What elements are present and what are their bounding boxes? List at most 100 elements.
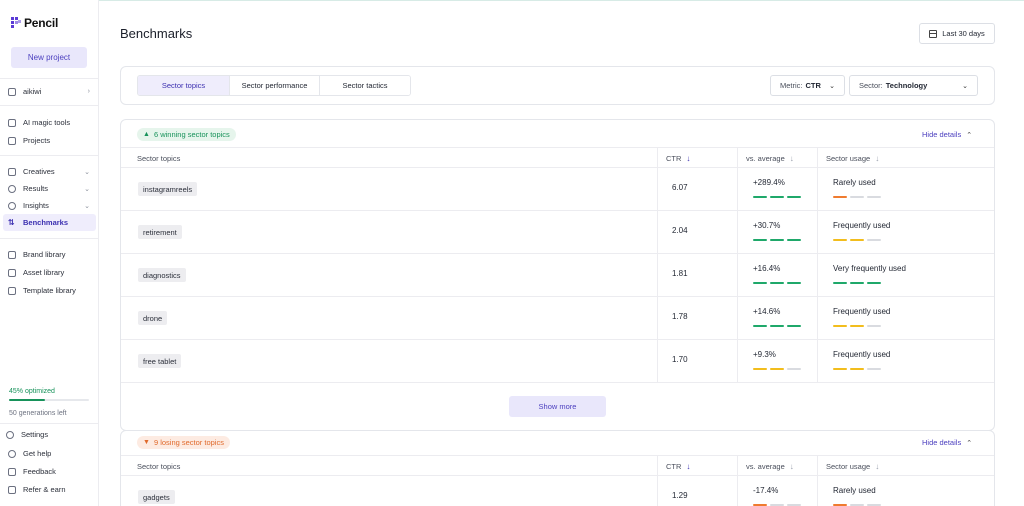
level-segment (867, 325, 881, 327)
workspace-switcher[interactable]: aikiwi › (3, 83, 96, 100)
show-more-button[interactable]: Show more (509, 396, 606, 417)
topic-chip[interactable]: instagramreels (138, 182, 198, 196)
sector-usage-label: Rarely used (833, 178, 876, 187)
column-header-label: CTR (666, 153, 682, 163)
vs-average-value: +289.4% (753, 178, 785, 187)
column-header-label: vs. average (746, 153, 785, 163)
arrow-down-icon: ↓ (875, 461, 880, 471)
hide-details-label: Hide details (922, 130, 962, 139)
level-segment (867, 282, 881, 284)
chevron-down-icon: ⌄ (829, 82, 835, 90)
arrow-down-icon: ↓ (875, 153, 880, 163)
tab-sector-tactics[interactable]: Sector tactics (320, 76, 410, 95)
column-header-label: Sector usage (826, 461, 871, 471)
chevron-right-icon: › (87, 88, 90, 95)
level-segment (787, 239, 801, 241)
sidebar-item-settings[interactable]: Settings (1, 426, 94, 443)
calendar-icon (929, 29, 938, 38)
winning-topics-badge: ▲ 6 winning sector topics (137, 128, 236, 141)
winning-topics-count: 6 winning sector topics (153, 130, 230, 139)
level-segment (833, 196, 847, 198)
arrow-down-icon: ↓ (686, 153, 691, 163)
chat-icon (8, 467, 16, 476)
losing-topics-badge: ▼ 9 losing sector topics (137, 436, 230, 449)
gift-icon (8, 485, 16, 494)
magic-wand-icon (8, 118, 16, 127)
sector-usage-meter (833, 368, 881, 370)
sector-usage-label: Frequently used (833, 307, 891, 316)
ctr-value: 1.81 (672, 269, 688, 278)
level-segment (833, 239, 847, 241)
level-segment (753, 368, 767, 370)
sector-usage-meter (833, 325, 881, 327)
column-header-vs-average[interactable]: vs. average ↓ (746, 456, 794, 476)
sector-select[interactable]: Sector: Technology ⌄ (849, 75, 978, 96)
topic-chip[interactable]: retirement (138, 225, 182, 239)
losing-hide-details-toggle[interactable]: Hide details ⌃ (922, 438, 972, 447)
sidebar-item-refer-earn[interactable]: Refer & earn (3, 481, 96, 498)
winning-table-header: Sector topics CTR ↓ vs. average ↓ Sector u… (121, 147, 994, 168)
ctr-value: 1.29 (672, 491, 688, 500)
column-header-sector-usage[interactable]: Sector usage ↓ (826, 148, 879, 168)
ctr-value: 1.78 (672, 312, 688, 321)
column-header-label: Sector usage (826, 153, 871, 163)
topic-chip[interactable]: drone (138, 311, 168, 325)
sidebar-item-label: Template library (23, 286, 76, 295)
sidebar-item-feedback[interactable]: Feedback (3, 463, 96, 480)
column-header-label: vs. average (746, 461, 785, 471)
arrow-down-icon: ↓ (789, 461, 794, 471)
level-segment (753, 282, 767, 284)
sidebar-item-projects[interactable]: Projects (3, 132, 96, 149)
level-segment (770, 239, 784, 241)
level-segment (850, 282, 864, 284)
column-header-sector-usage[interactable]: Sector usage ↓ (826, 456, 879, 476)
column-header-ctr[interactable]: CTR ↓ (666, 148, 690, 168)
topic-chip[interactable]: gadgets (138, 490, 175, 504)
tab-sector-topics[interactable]: Sector topics (138, 76, 230, 95)
topic-chip[interactable]: diagnostics (138, 268, 186, 282)
sidebar-item-ai-magic-tools[interactable]: AI magic tools (3, 114, 96, 131)
level-segment (753, 239, 767, 241)
generations-left: 50 generations left (9, 410, 67, 417)
brand-logo[interactable]: Pencil (11, 16, 58, 30)
sidebar-item-creatives[interactable]: Creatives ⌄ (3, 163, 96, 180)
workspace-name: aikiwi (23, 87, 42, 96)
column-divider (817, 455, 818, 506)
gauge-icon (8, 184, 16, 193)
sidebar-item-get-help[interactable]: Get help (3, 445, 96, 462)
sidebar-item-results[interactable]: Results ⌄ (3, 180, 96, 197)
new-project-button[interactable]: New project (11, 47, 87, 68)
vs-average-meter (753, 196, 801, 198)
vs-average-value: +16.4% (753, 264, 781, 273)
sidebar-item-insights[interactable]: Insights ⌄ (3, 197, 96, 214)
date-range-button[interactable]: Last 30 days (919, 23, 995, 44)
sidebar-item-label: Feedback (23, 467, 56, 476)
help-icon (8, 449, 16, 458)
hide-details-label: Hide details (922, 438, 962, 447)
arrow-down-icon: ↓ (789, 153, 794, 163)
sidebar-item-label: Settings (21, 430, 49, 439)
chevron-down-icon: ⌄ (962, 82, 968, 90)
sidebar-item-asset-library[interactable]: Asset library (3, 264, 96, 281)
sidebar-item-benchmarks[interactable]: ⇅ Benchmarks (3, 214, 96, 231)
column-header-vs-average[interactable]: vs. average ↓ (746, 148, 794, 168)
column-header-topic[interactable]: Sector topics (137, 148, 180, 168)
level-segment (770, 368, 784, 370)
sector-usage-label: Frequently used (833, 350, 891, 359)
vs-average-value: +14.6% (753, 307, 781, 316)
level-segment (787, 325, 801, 327)
metric-select[interactable]: Metric: CTR ⌄ (770, 75, 845, 96)
tab-sector-performance[interactable]: Sector performance (230, 76, 320, 95)
triangle-down-icon: ▼ (143, 439, 150, 446)
topic-chip[interactable]: free tablet (138, 354, 182, 368)
chevron-up-icon: ⌃ (966, 131, 973, 139)
sidebar-item-template-library[interactable]: Template library (3, 282, 96, 299)
benchmark-tabs: Sector topics Sector performance Sector … (137, 75, 411, 96)
level-segment (867, 368, 881, 370)
sidebar-item-brand-library[interactable]: Brand library (3, 246, 96, 263)
ctr-value: 6.07 (672, 183, 688, 192)
column-header-topic[interactable]: Sector topics (137, 456, 180, 476)
level-segment (850, 196, 864, 198)
column-header-ctr[interactable]: CTR ↓ (666, 456, 690, 476)
winning-hide-details-toggle[interactable]: Hide details ⌃ (922, 130, 972, 139)
